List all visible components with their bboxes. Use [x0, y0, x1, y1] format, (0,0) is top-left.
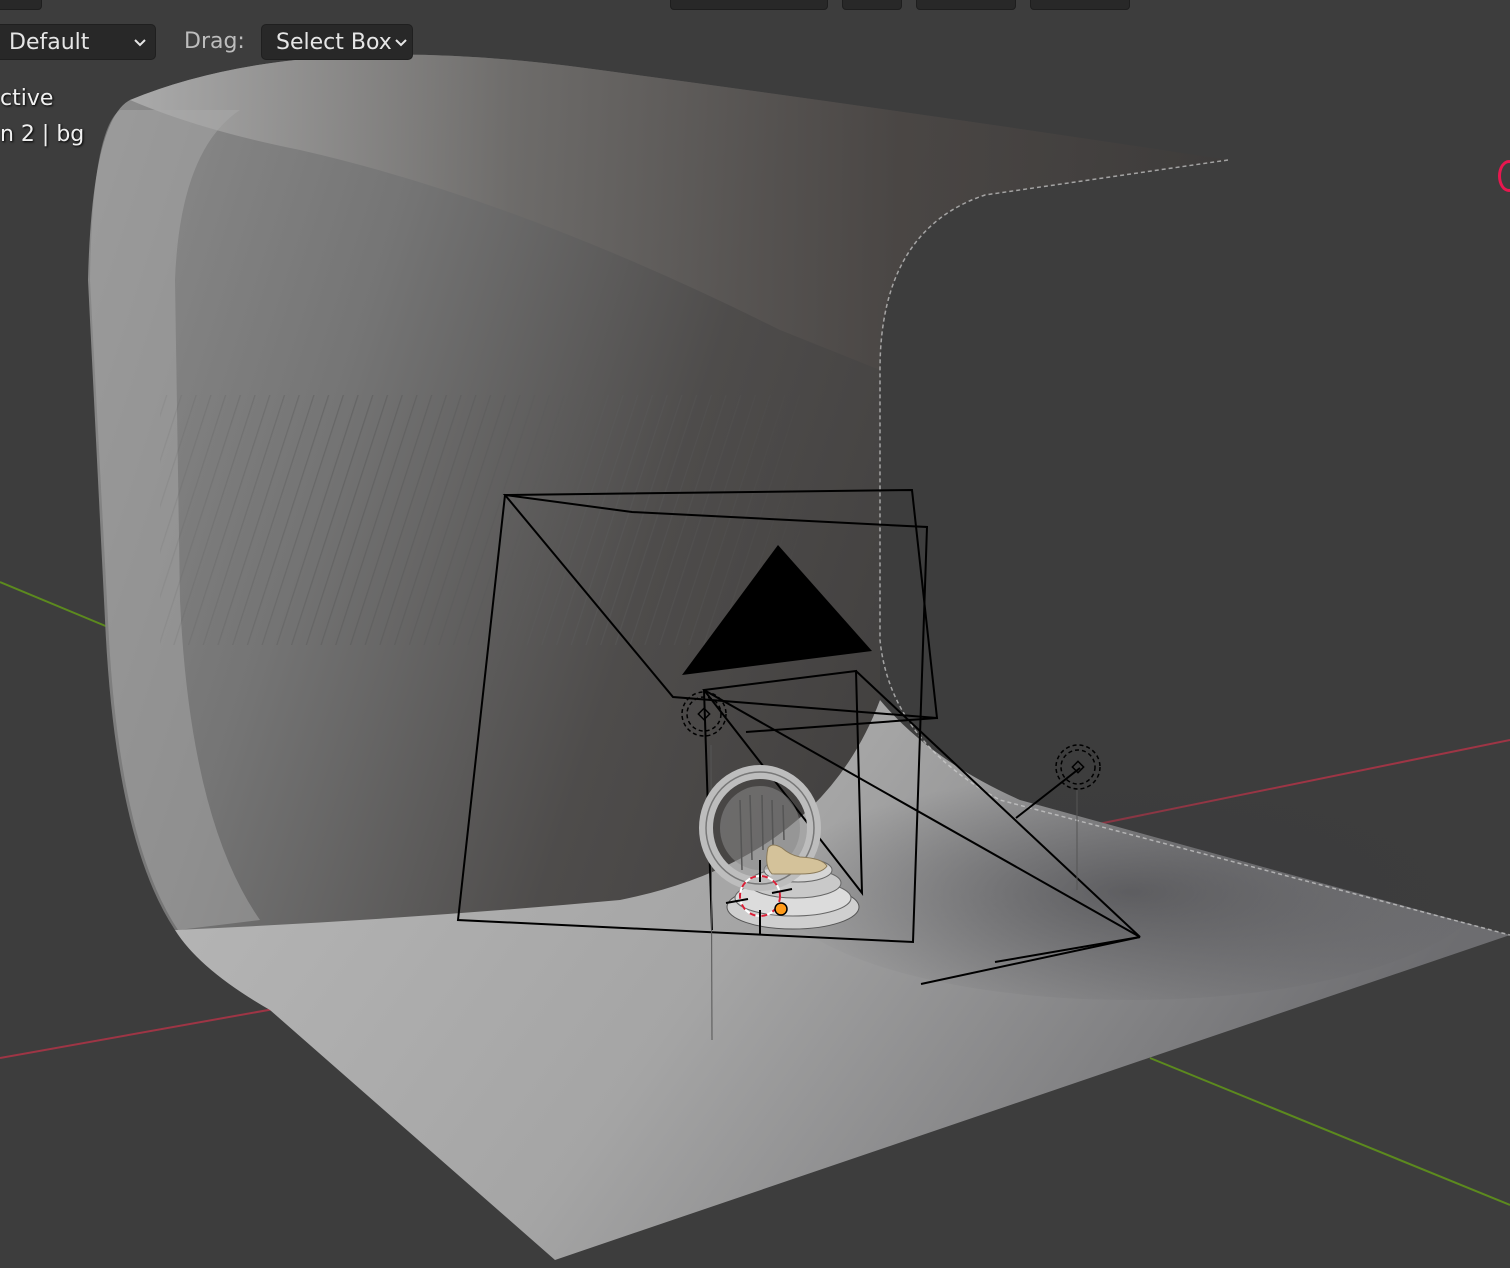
header-button-proportional[interactable]: [916, 0, 1016, 10]
mode-dropdown[interactable]: Default: [0, 24, 156, 60]
3d-viewport[interactable]: Default Drag: Select Box ctive n 2 | bg: [0, 0, 1510, 1268]
viewport-info-line1: ctive: [0, 86, 54, 111]
drag-dropdown[interactable]: Select Box: [261, 24, 413, 60]
mode-dropdown-label: Default: [9, 30, 90, 55]
header-button-transform[interactable]: [670, 0, 828, 10]
hatch-pattern: [160, 395, 800, 645]
chevron-down-icon: [395, 39, 407, 47]
drag-label: Drag:: [184, 29, 245, 54]
scene-canvas[interactable]: [0, 0, 1510, 1268]
origin-dot[interactable]: [774, 902, 788, 916]
header-button-left[interactable]: [0, 0, 42, 10]
chevron-down-icon: [134, 39, 146, 47]
drag-dropdown-label: Select Box: [276, 30, 392, 55]
y-axis-line-near: [1149, 1057, 1510, 1206]
header-button-snap[interactable]: [842, 0, 902, 10]
floor-shade: [770, 760, 1490, 1000]
header-button-overlay[interactable]: [1030, 0, 1130, 10]
viewport-info-line2: n 2 | bg: [0, 122, 85, 147]
y-axis-line: [0, 581, 121, 633]
